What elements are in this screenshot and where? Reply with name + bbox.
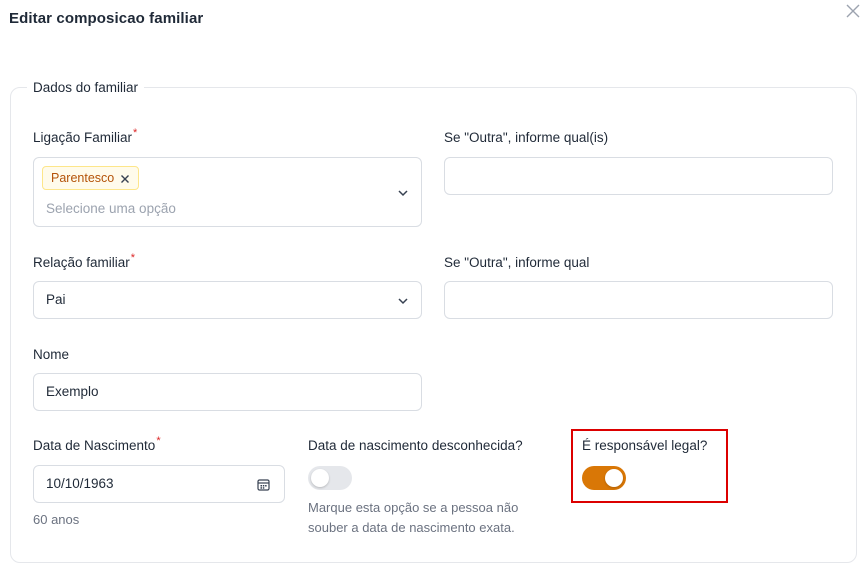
chevron-down-icon — [398, 190, 408, 197]
nascimento-value: 10/10/1963 — [46, 476, 114, 491]
chevron-down-icon — [398, 298, 408, 305]
toggle-knob — [605, 469, 623, 487]
outra-qual-label: Se "Outra", informe qual — [444, 255, 590, 270]
desconhecida-toggle[interactable] — [308, 466, 352, 490]
outra-quais-label: Se "Outra", informe qual(is) — [444, 130, 609, 145]
ligacao-multiselect[interactable]: Parentesco Selecione uma opção — [33, 157, 422, 227]
desconhecida-helper: Marque esta opção se a pessoa não souber… — [308, 500, 519, 535]
remove-tag-icon[interactable] — [120, 173, 130, 183]
close-icon[interactable] — [844, 2, 862, 20]
modal-title: Editar composicao familiar — [9, 10, 204, 27]
relacao-value: Pai — [46, 292, 66, 307]
responsavel-label: É responsável legal? — [582, 438, 708, 453]
selected-tag: Parentesco — [42, 166, 140, 190]
relacao-label: Relação familiar* — [33, 252, 136, 270]
responsavel-toggle[interactable] — [582, 466, 626, 490]
nascimento-label: Data de Nascimento* — [33, 435, 161, 453]
outra-quais-input[interactable] — [444, 157, 833, 195]
outra-qual-input[interactable] — [444, 281, 833, 319]
calendar-icon[interactable] — [257, 478, 270, 491]
relacao-select[interactable]: Pai — [33, 281, 422, 319]
nome-value: Exemplo — [46, 384, 99, 399]
desconhecida-label: Data de nascimento desconhecida? — [308, 438, 523, 453]
ligacao-label: Ligação Familiar* — [33, 127, 138, 145]
nascimento-date-input[interactable]: 10/10/1963 — [33, 465, 285, 503]
nome-label: Nome — [33, 347, 70, 362]
section-legend: Dados do familiar — [33, 80, 139, 95]
nome-input[interactable]: Exemplo — [33, 373, 422, 411]
age-text: 60 anos — [33, 512, 80, 527]
toggle-knob — [311, 469, 329, 487]
ligacao-placeholder: Selecione uma opção — [46, 201, 176, 216]
tag-label: Parentesco — [51, 171, 115, 185]
